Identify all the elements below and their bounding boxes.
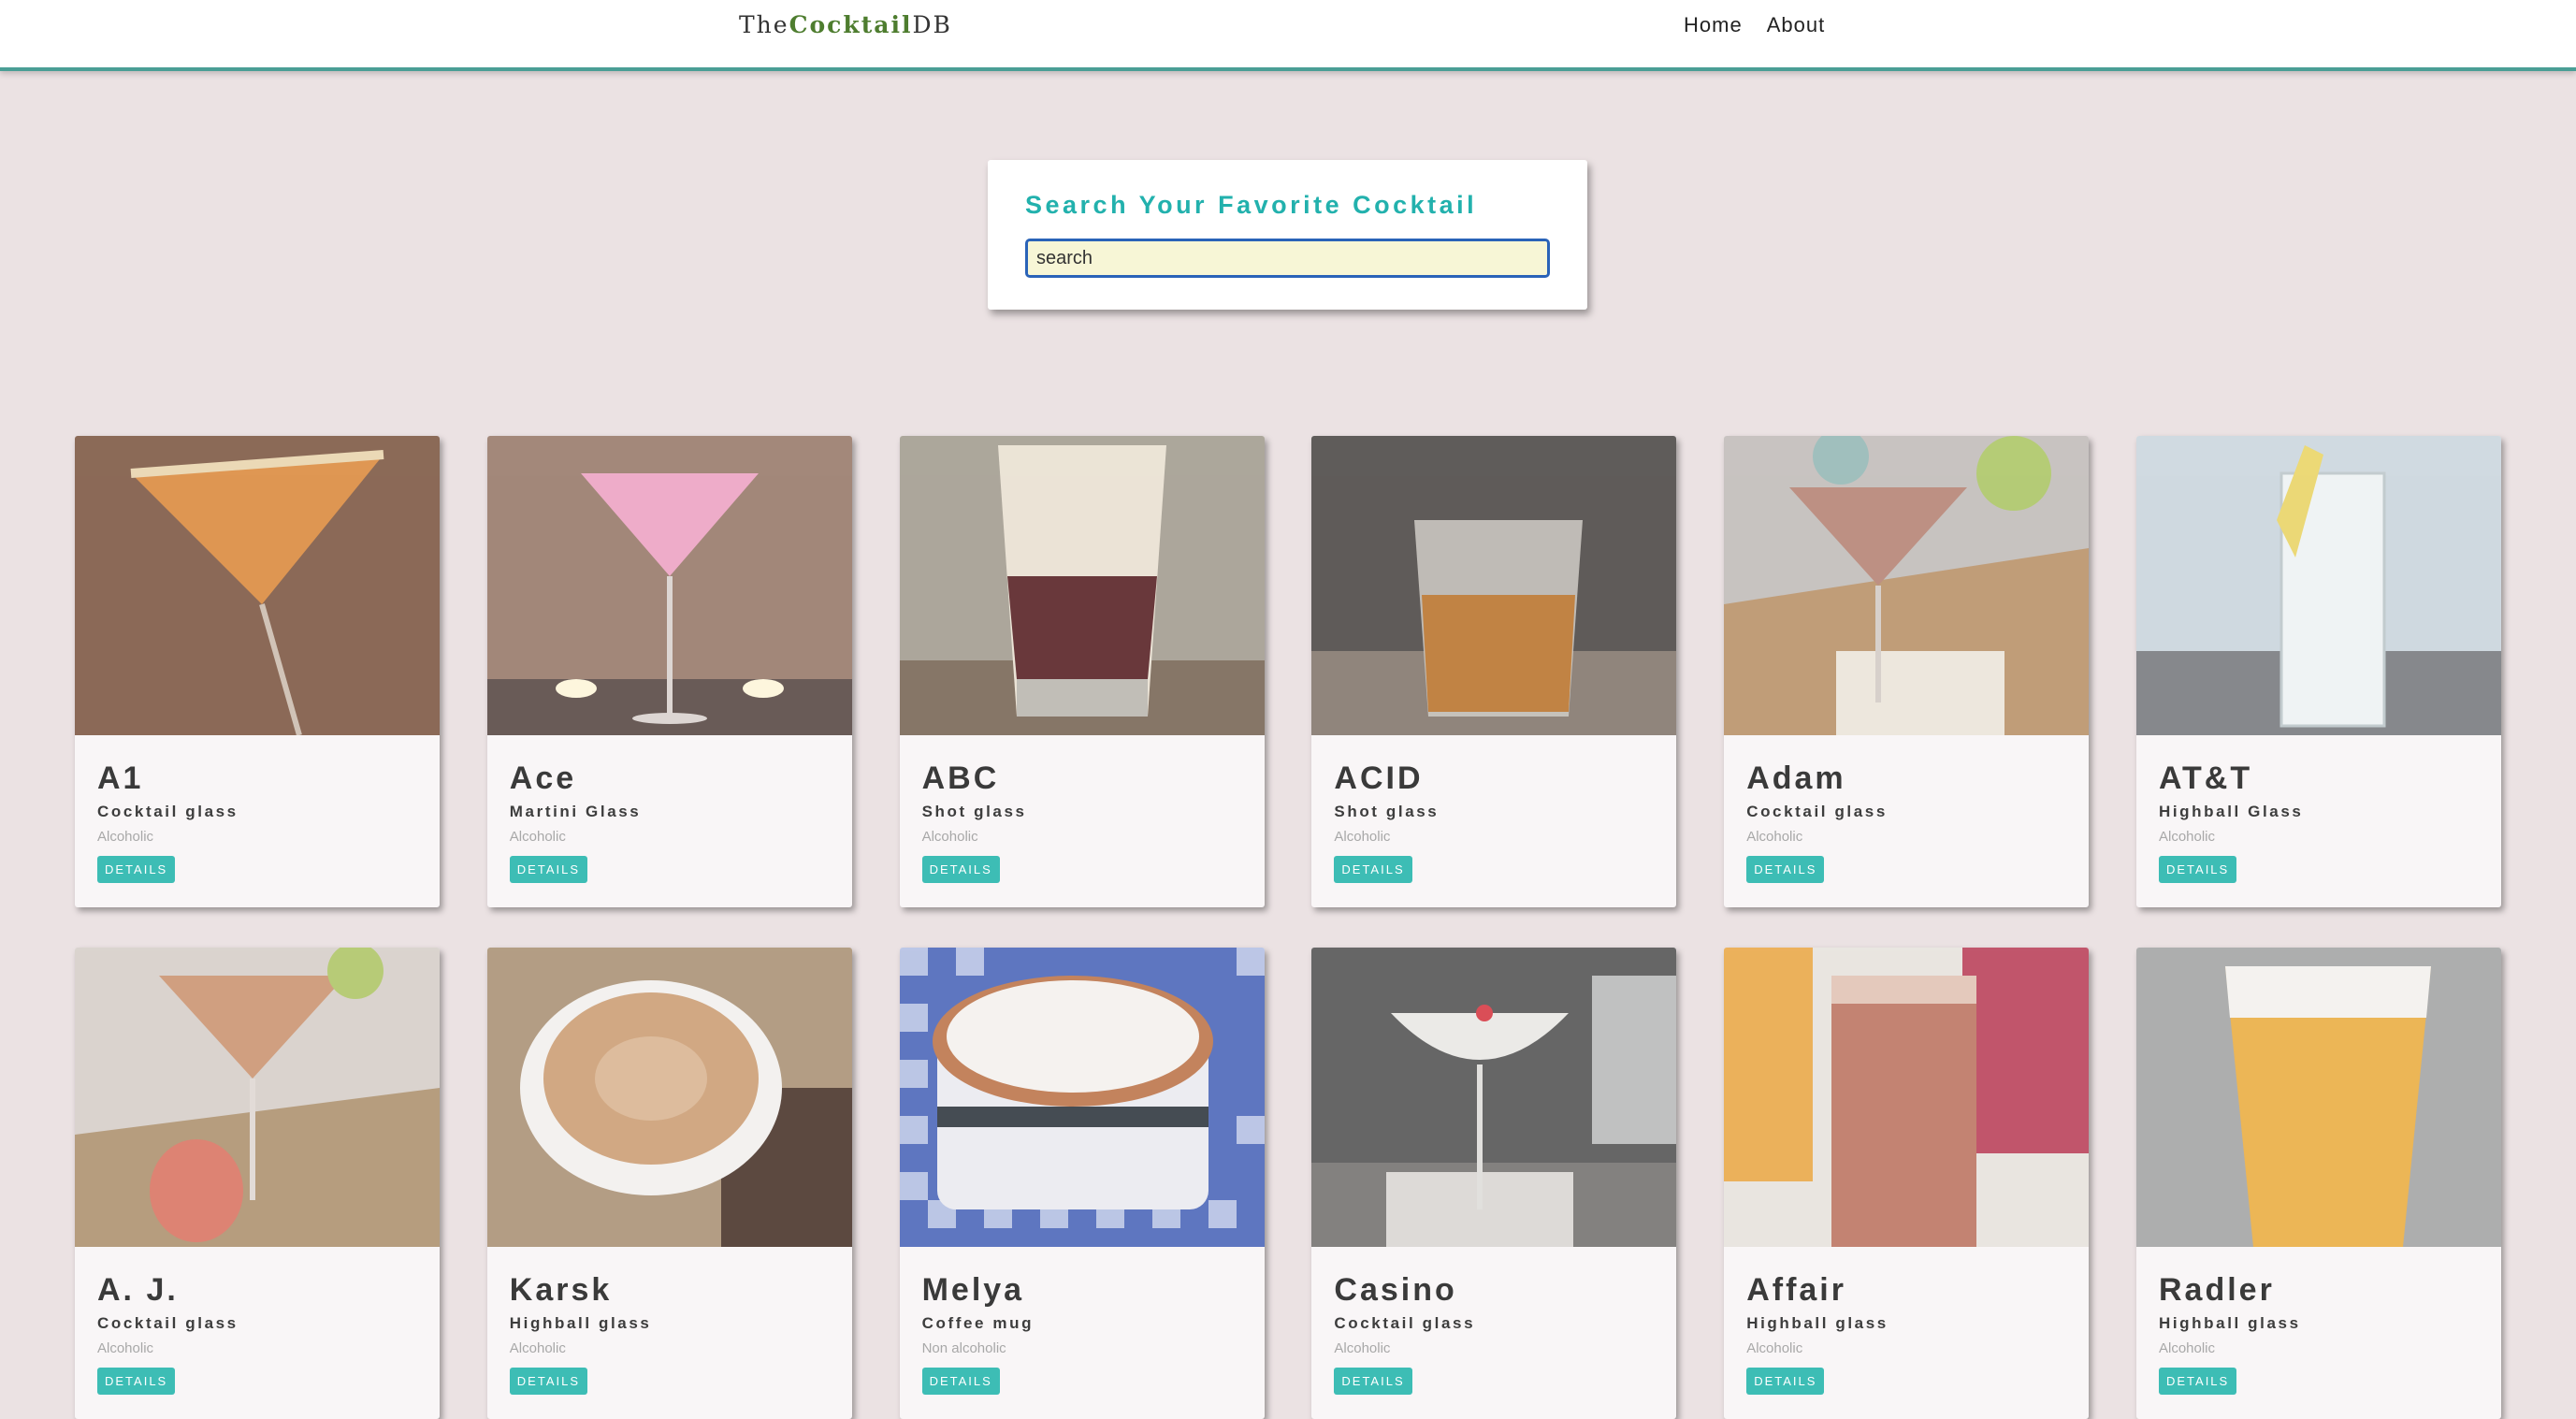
cocktail-card: ABC Shot glass Alcoholic DETAILS <box>899 436 1265 907</box>
search-input[interactable] <box>1025 239 1550 278</box>
cocktail-image-highball-lemon[interactable] <box>2135 436 2501 735</box>
cocktail-glass: Shot glass <box>921 803 1027 820</box>
cocktail-card: Ace Martini Glass Alcoholic DETAILS <box>486 436 852 907</box>
cocktail-image-layered-shot[interactable] <box>899 436 1265 735</box>
cocktail-image-highball-juice[interactable] <box>1724 948 2090 1247</box>
cocktail-name: Casino <box>1334 1272 1457 1308</box>
cocktail-image-martini-grapefruit[interactable] <box>75 948 440 1247</box>
cocktail-name: Adam <box>1746 760 1846 796</box>
cocktail-name: Radler <box>2158 1272 2275 1308</box>
details-button[interactable]: DETAILS <box>2158 1368 2237 1395</box>
cocktail-name: Ace <box>509 760 577 796</box>
brand-logo[interactable]: TheCocktailDB <box>739 11 952 38</box>
nav-link-about[interactable]: About <box>1767 13 1826 37</box>
cocktail-type: Alcoholic <box>509 1340 566 1356</box>
cocktail-glass: Cocktail glass <box>1746 803 1888 820</box>
details-button[interactable]: DETAILS <box>97 1368 176 1395</box>
search-title: Search Your Favorite Cocktail <box>1025 191 1478 219</box>
cocktail-card: Karsk Highball glass Alcoholic DETAILS <box>486 948 852 1419</box>
cocktail-name: A. J. <box>97 1272 179 1308</box>
cocktail-card: Melya Coffee mug Non alcoholic DETAILS <box>899 948 1265 1419</box>
cocktail-glass: Highball glass <box>2158 1314 2301 1332</box>
details-button[interactable]: DETAILS <box>97 856 176 883</box>
nav-links: Home About <box>1684 13 1825 37</box>
cocktail-glass: Cocktail glass <box>97 1314 239 1332</box>
cocktail-name: ABC <box>921 760 1000 796</box>
cocktail-image-pint-beer[interactable] <box>2135 948 2501 1247</box>
cocktail-glass: Coffee mug <box>921 1314 1035 1332</box>
cocktail-type: Non alcoholic <box>921 1340 1006 1356</box>
cocktail-image-whiskey-rocks[interactable] <box>1311 436 1677 735</box>
search-card: Search Your Favorite Cocktail <box>988 160 1587 310</box>
cocktail-glass: Highball glass <box>509 1314 652 1332</box>
details-button[interactable]: DETAILS <box>921 1368 1000 1395</box>
cocktail-name: A1 <box>97 760 144 796</box>
cocktail-type: Alcoholic <box>2158 829 2216 845</box>
cocktail-image-coupe-cherry[interactable] <box>1311 948 1677 1247</box>
details-button[interactable]: DETAILS <box>1334 1368 1412 1395</box>
cocktail-card: Radler Highball glass Alcoholic DETAILS <box>2135 948 2501 1419</box>
cocktail-image-martini-lime[interactable] <box>1724 436 2090 735</box>
cocktail-glass: Highball Glass <box>2158 803 2304 820</box>
cocktail-type: Alcoholic <box>921 829 978 845</box>
details-button[interactable]: DETAILS <box>509 1368 588 1395</box>
details-button[interactable]: DETAILS <box>2158 856 2237 883</box>
cocktail-type: Alcoholic <box>97 829 154 845</box>
navbar: TheCocktailDB Home About <box>0 0 2576 71</box>
cocktail-name: Karsk <box>509 1272 613 1308</box>
cocktail-type: Alcoholic <box>2158 1340 2216 1356</box>
cocktail-glass: Martini Glass <box>509 803 642 820</box>
cocktail-name: Affair <box>1746 1272 1846 1308</box>
details-button[interactable]: DETAILS <box>1746 1368 1825 1395</box>
details-button[interactable]: DETAILS <box>1746 856 1825 883</box>
cocktail-name: Melya <box>921 1272 1025 1308</box>
cocktail-type: Alcoholic <box>1334 829 1391 845</box>
cocktail-type: Alcoholic <box>509 829 566 845</box>
cocktail-glass: Cocktail glass <box>1334 1314 1476 1332</box>
nav-link-home[interactable]: Home <box>1684 13 1743 37</box>
brand-suffix: DB <box>912 11 952 38</box>
cocktail-name: AT&T <box>2158 760 2253 796</box>
brand-strong: Cocktail <box>789 11 913 38</box>
brand-prefix: The <box>739 11 789 38</box>
cocktail-card: ACID Shot glass Alcoholic DETAILS <box>1311 436 1677 907</box>
cocktail-card: Casino Cocktail glass Alcoholic DETAILS <box>1311 948 1677 1419</box>
details-button[interactable]: DETAILS <box>509 856 588 883</box>
cocktail-card: A. J. Cocktail glass Alcoholic DETAILS <box>75 948 440 1419</box>
details-button[interactable]: DETAILS <box>921 856 1000 883</box>
cocktail-image-coffee-mug-gingham[interactable] <box>899 948 1265 1247</box>
cocktail-card: A1 Cocktail glass Alcoholic DETAILS <box>75 436 440 907</box>
cocktail-glass: Shot glass <box>1334 803 1440 820</box>
cocktail-grid: A1 Cocktail glass Alcoholic DETAILS Ace … <box>75 436 2501 1419</box>
cocktail-glass: Cocktail glass <box>97 803 239 820</box>
cocktail-type: Alcoholic <box>1746 829 1803 845</box>
cocktail-type: Alcoholic <box>1746 1340 1803 1356</box>
cocktail-name: ACID <box>1334 760 1424 796</box>
cocktail-image-pink-martini-candles[interactable] <box>486 436 852 735</box>
cocktail-card: AT&T Highball Glass Alcoholic DETAILS <box>2135 436 2501 907</box>
cocktail-image-martini-sugar-rim[interactable] <box>75 436 440 735</box>
cocktail-card: Adam Cocktail glass Alcoholic DETAILS <box>1724 436 2090 907</box>
cocktail-glass: Highball glass <box>1746 1314 1889 1332</box>
cocktail-type: Alcoholic <box>97 1340 154 1356</box>
cocktail-type: Alcoholic <box>1334 1340 1391 1356</box>
cocktail-image-coffee-cup-beans[interactable] <box>486 948 852 1247</box>
details-button[interactable]: DETAILS <box>1334 856 1412 883</box>
cocktail-card: Affair Highball glass Alcoholic DETAILS <box>1724 948 2090 1419</box>
